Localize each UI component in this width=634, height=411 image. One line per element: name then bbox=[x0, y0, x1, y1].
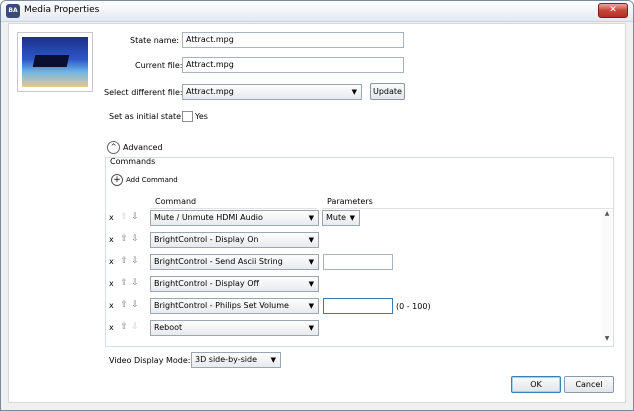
update-button[interactable]: Update bbox=[370, 83, 405, 100]
app-logo-icon: BA bbox=[6, 4, 20, 18]
window-title: Media Properties bbox=[24, 5, 100, 15]
delete-command-button[interactable]: x bbox=[109, 213, 114, 222]
chevron-down-icon: ▼ bbox=[308, 258, 314, 266]
commands-group-label: Commands bbox=[110, 157, 156, 166]
initial-state-checkbox[interactable] bbox=[182, 111, 193, 122]
parameter-dropdown[interactable]: Mute ▼ bbox=[322, 210, 360, 226]
command-value: BrightControl - Display Off bbox=[154, 279, 260, 288]
command-dropdown[interactable]: BrightControl - Philips Set Volume ▼ bbox=[150, 298, 319, 314]
column-header-parameters[interactable]: Parameters bbox=[322, 194, 613, 209]
command-dropdown[interactable]: BrightControl - Display Off ▼ bbox=[150, 276, 319, 292]
media-preview bbox=[17, 32, 93, 92]
advanced-label: Advanced bbox=[123, 143, 163, 152]
chevron-down-icon: ▼ bbox=[308, 280, 314, 288]
dialog-body: State name: Attract.mpg Current file: At… bbox=[8, 23, 626, 403]
move-down-icon[interactable]: ⇩ bbox=[131, 234, 139, 244]
current-file-label: Current file: bbox=[135, 61, 183, 70]
column-header-command[interactable]: Command bbox=[150, 194, 317, 209]
move-up-icon: ⇧ bbox=[120, 212, 128, 222]
chevron-down-icon: ▼ bbox=[349, 214, 355, 222]
scroll-up-icon[interactable]: ▲ bbox=[602, 210, 612, 217]
move-up-icon[interactable]: ⇧ bbox=[120, 256, 128, 266]
title-bar: BA Media Properties ✕ bbox=[1, 1, 633, 22]
move-down-icon[interactable]: ⇩ bbox=[131, 300, 139, 310]
chevron-down-icon: ▼ bbox=[270, 356, 276, 364]
commands-scrollbar[interactable]: ▲ ▼ bbox=[602, 210, 612, 342]
close-button[interactable]: ✕ bbox=[598, 3, 628, 18]
command-value: Mute / Unmute HDMI Audio bbox=[154, 213, 263, 222]
ok-button[interactable]: OK bbox=[511, 376, 561, 393]
command-dropdown[interactable]: Mute / Unmute HDMI Audio ▼ bbox=[150, 210, 319, 226]
move-up-icon[interactable]: ⇧ bbox=[120, 234, 128, 244]
add-command-button[interactable]: Add Command bbox=[126, 176, 178, 184]
chevron-down-icon: ▼ bbox=[308, 324, 314, 332]
command-dropdown[interactable]: BrightControl - Send Ascii String ▼ bbox=[150, 254, 319, 270]
chevron-down-icon: ▼ bbox=[308, 214, 314, 222]
move-down-icon[interactable]: ⇩ bbox=[131, 212, 139, 222]
command-value: Reboot bbox=[154, 323, 183, 332]
move-up-icon[interactable]: ⇧ bbox=[120, 278, 128, 288]
delete-command-button[interactable]: x bbox=[109, 257, 114, 266]
parameter-value: Mute bbox=[326, 213, 347, 222]
select-file-dropdown[interactable]: Attract.mpg ▼ bbox=[182, 84, 362, 100]
state-name-field[interactable]: Attract.mpg bbox=[182, 32, 404, 48]
select-file-label: Select different file: bbox=[104, 88, 183, 97]
scroll-down-icon[interactable]: ▼ bbox=[602, 335, 612, 342]
initial-state-label: Set as initial state: bbox=[109, 112, 184, 121]
move-down-icon: ⇩ bbox=[131, 322, 139, 332]
chevron-down-icon: ▼ bbox=[308, 236, 314, 244]
command-dropdown[interactable]: BrightControl - Display On ▼ bbox=[150, 232, 319, 248]
add-command-icon[interactable]: + bbox=[111, 174, 123, 186]
media-properties-dialog: BA Media Properties ✕ State name: Attrac… bbox=[0, 0, 634, 411]
parameter-input[interactable] bbox=[323, 298, 393, 314]
chevron-down-icon: ▼ bbox=[351, 88, 357, 96]
select-file-value: Attract.mpg bbox=[186, 87, 234, 96]
parameter-input[interactable] bbox=[323, 254, 393, 270]
chevron-down-icon: ▼ bbox=[308, 302, 314, 310]
video-mode-label: Video Display Mode: bbox=[109, 356, 191, 365]
advanced-expander-icon[interactable]: ^ bbox=[107, 141, 120, 154]
media-thumbnail bbox=[22, 37, 88, 87]
delete-command-button[interactable]: x bbox=[109, 235, 114, 244]
move-up-icon[interactable]: ⇧ bbox=[120, 300, 128, 310]
delete-command-button[interactable]: x bbox=[109, 323, 114, 332]
parameter-range-hint: (0 - 100) bbox=[396, 302, 431, 311]
current-file-field[interactable]: Attract.mpg bbox=[182, 57, 404, 73]
delete-command-button[interactable]: x bbox=[109, 301, 114, 310]
cancel-button[interactable]: Cancel bbox=[564, 376, 614, 393]
move-down-icon[interactable]: ⇩ bbox=[131, 278, 139, 288]
state-name-label: State name: bbox=[130, 36, 180, 45]
video-mode-dropdown[interactable]: 3D side-by-side ▼ bbox=[191, 352, 281, 368]
command-dropdown[interactable]: Reboot ▼ bbox=[150, 320, 319, 336]
command-value: BrightControl - Send Ascii String bbox=[154, 257, 283, 266]
video-mode-value: 3D side-by-side bbox=[195, 355, 258, 364]
move-up-icon[interactable]: ⇧ bbox=[120, 322, 128, 332]
command-value: BrightControl - Philips Set Volume bbox=[154, 301, 289, 310]
delete-command-button[interactable]: x bbox=[109, 279, 114, 288]
command-value: BrightControl - Display On bbox=[154, 235, 259, 244]
move-down-icon[interactable]: ⇩ bbox=[131, 256, 139, 266]
initial-state-checkbox-label: Yes bbox=[195, 112, 208, 121]
